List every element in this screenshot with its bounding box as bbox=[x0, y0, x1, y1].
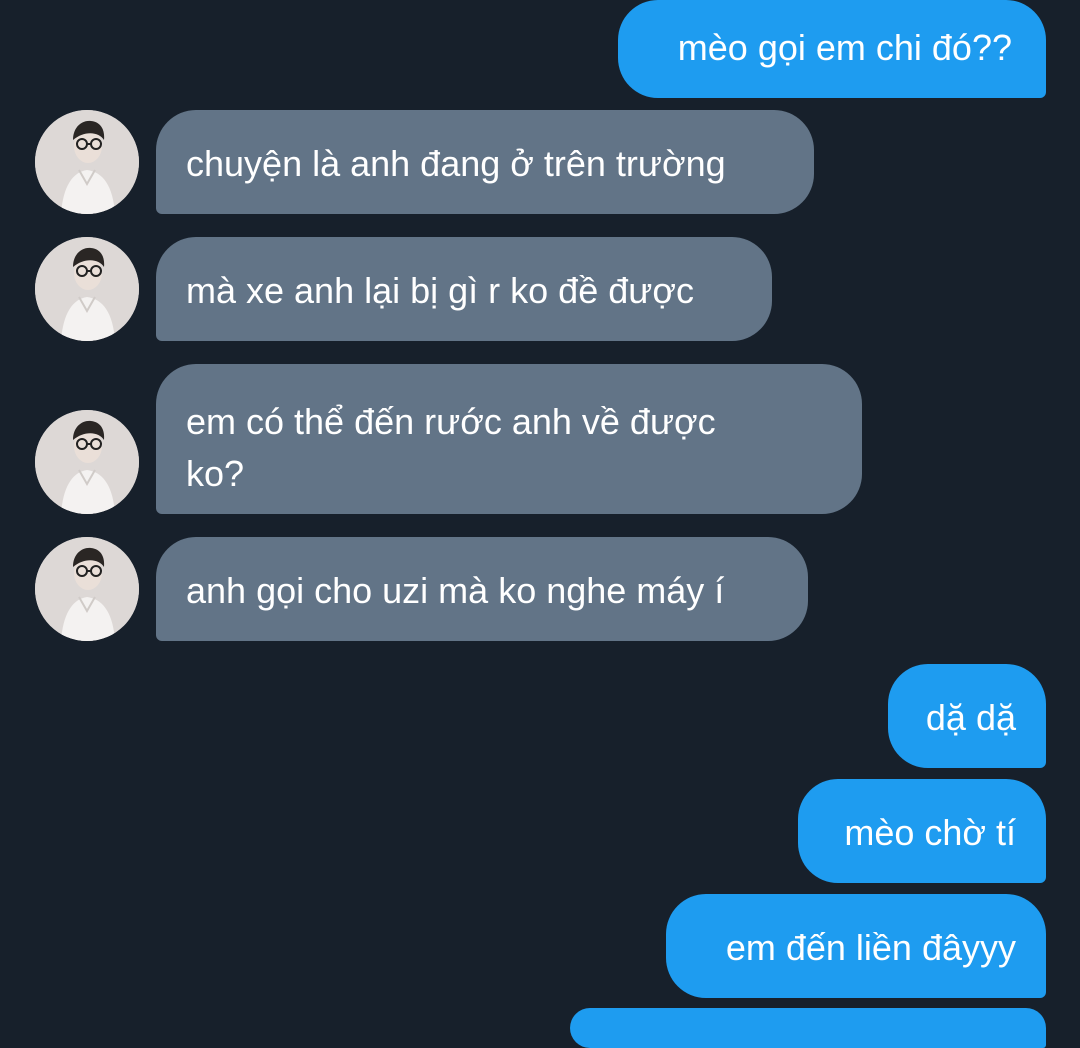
message-bubble-incoming[interactable]: em có thể đến rước anh về được ko? bbox=[156, 364, 862, 514]
message-bubble-outgoing[interactable]: mèo gọi em chi đó?? bbox=[618, 0, 1046, 98]
message-bubble-incoming[interactable]: anh gọi cho uzi mà ko nghe máy í bbox=[156, 537, 808, 641]
contact-avatar[interactable] bbox=[35, 410, 139, 514]
chat-thread[interactable]: mèo gọi em chi đó?? chuyện là anh đang ở… bbox=[0, 0, 1080, 1048]
contact-avatar[interactable] bbox=[35, 237, 139, 341]
message-bubble-incoming[interactable]: mà xe anh lại bị gì r ko đề được bbox=[156, 237, 772, 341]
profile-photo-icon bbox=[35, 110, 139, 214]
message-bubble-outgoing[interactable]: dặ dặ bbox=[888, 664, 1046, 768]
profile-photo-icon bbox=[35, 237, 139, 341]
profile-photo-icon bbox=[35, 410, 139, 514]
message-bubble-outgoing[interactable]: mèo chờ tí bbox=[798, 779, 1046, 883]
profile-photo-icon bbox=[35, 537, 139, 641]
contact-avatar[interactable] bbox=[35, 537, 139, 641]
message-bubble-incoming[interactable]: chuyện là anh đang ở trên trường bbox=[156, 110, 814, 214]
message-bubble-outgoing[interactable]: em đến liền đâyyy bbox=[666, 894, 1046, 998]
message-bubble-outgoing-partial[interactable] bbox=[570, 1008, 1046, 1048]
contact-avatar[interactable] bbox=[35, 110, 139, 214]
